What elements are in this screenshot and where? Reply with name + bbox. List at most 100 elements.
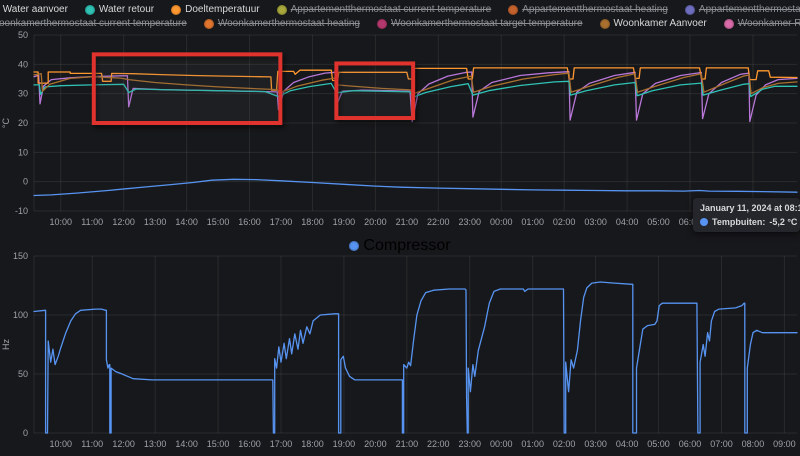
svg-text:18:00: 18:00 [301,439,324,449]
svg-text:23:00: 23:00 [459,439,482,449]
compressor-chart[interactable]: 05010015010:00 11:00 12:00 13:00 14:00 15:00 1… [0,248,800,456]
series-line-compressor [33,281,798,434]
svg-text:13:00: 13:00 [144,439,167,449]
svg-text:15:00: 15:00 [207,439,230,449]
svg-text:16:00: 16:00 [238,217,261,227]
svg-text:00:00: 00:00 [490,217,513,227]
compressor-legend-label: Compressor [363,237,451,254]
svg-text:04:00: 04:00 [616,439,639,449]
legend-item-appartementthermostaat-current-temperature[interactable]: Appartementthermostaat current temperatu… [276,3,492,16]
legend-item-label: Woonkamerthermostaat target temperature [390,18,583,29]
svg-text:30: 30 [18,89,28,99]
svg-text:°C: °C [1,117,11,128]
svg-text:14:00: 14:00 [175,217,198,227]
svg-text:12:00: 12:00 [112,439,135,449]
tooltip-series-label: Tempbuiten: [712,217,766,227]
grafana-dashboard: { "legend": { "rows": [ [ {"label":"Temp… [0,0,800,456]
legend-color-dot [723,18,734,29]
svg-text:22:00: 22:00 [427,439,450,449]
tooltip-timestamp: January 11, 2024 at 08:12:33 [700,203,800,213]
svg-text:17:00: 17:00 [270,217,293,227]
legend-item-woonkamerthermostaat-target-temperature[interactable]: Woonkamerthermostaat target temperature [376,17,583,30]
tooltip: January 11, 2024 at 08:12:33 Tempbuiten:… [693,198,800,232]
svg-text:14:00: 14:00 [175,439,198,449]
svg-text:02:00: 02:00 [553,439,576,449]
legend-color-dot [203,18,214,29]
legend-item-label: Water retour [98,4,155,15]
svg-text:15:00: 15:00 [207,217,230,227]
legend-item-water-retour[interactable]: Water retour [84,3,155,16]
svg-text:05:00: 05:00 [647,439,670,449]
legend-item-label: Woonkamer Retour [737,18,800,29]
svg-text:10:00: 10:00 [49,439,72,449]
svg-text:17:00: 17:00 [270,439,293,449]
legend-item-doeltemperatuur[interactable]: Doeltemperatuur [171,3,260,16]
legend-item-appartementthermostaat-heating[interactable]: Appartementthermostaat heating [508,3,668,16]
svg-text:-10: -10 [15,206,28,216]
legend-item-label: Woonkamer Aanvoer [613,18,707,29]
svg-text:20: 20 [18,118,28,128]
legend-item-label: Appartementthermostaat heating [522,4,668,15]
svg-text:19:00: 19:00 [333,439,356,449]
legend-color-dot [599,18,610,29]
legend-color-dot [171,4,182,15]
svg-text:07:00: 07:00 [710,439,733,449]
svg-text:21:00: 21:00 [396,439,419,449]
svg-text:06:00: 06:00 [679,439,702,449]
temperature-chart[interactable]: -10 0 10 20 30 40 50 10:00 11:00 12:00 13:00 14:00 1… [0,28,800,232]
legend-item-label: Appartementthermostaat target temperatur… [698,4,800,15]
legend-item-label: Doeltemperatuur [185,4,260,15]
svg-text:05:00: 05:00 [647,217,670,227]
legend-item-woonkamerthermostaat-heating[interactable]: Woonkamerthermostaat heating [203,17,360,30]
tooltip-series-dot [700,218,708,226]
svg-text:10: 10 [18,147,28,157]
annotation-box-2 [334,61,416,121]
svg-text:00:00: 00:00 [490,439,513,449]
svg-text:08:00: 08:00 [742,439,765,449]
svg-text:11:00: 11:00 [81,217,103,227]
annotation-box-1 [91,52,283,125]
legend-item-woonkamerthermostaat-current-temperature[interactable]: Woonkamerthermostaat current temperature [0,17,187,30]
legend-item-woonkamer-retour[interactable]: Woonkamer Retour [723,17,800,30]
svg-text:50: 50 [18,30,28,40]
compressor-legend-dot [349,241,360,251]
legend-color-dot [276,4,287,15]
svg-text:0: 0 [23,177,28,187]
legend-item-compressor[interactable]: Compressor [349,237,451,255]
svg-text:22:00: 22:00 [427,217,450,227]
svg-text:100: 100 [13,310,28,320]
svg-text:03:00: 03:00 [584,439,607,449]
svg-text:20:00: 20:00 [364,439,387,449]
svg-text:50: 50 [18,369,28,379]
svg-text:11:00: 11:00 [81,439,103,449]
legend-item-woonkamer-aanvoer[interactable]: Woonkamer Aanvoer [599,17,707,30]
svg-text:40: 40 [18,59,28,69]
svg-text:13:00: 13:00 [144,217,167,227]
svg-text:0: 0 [23,428,28,438]
legend-item-appartementthermostaat-target-temperature[interactable]: Appartementthermostaat target temperatur… [684,3,800,16]
legend-color-dot [508,4,519,15]
legend-item-water-aanvoer[interactable]: Water aanvoer [0,3,68,16]
legend-item-label: Woonkamerthermostaat heating [217,18,360,29]
svg-text:Hz: Hz [1,339,11,350]
legend-color-dot [684,4,695,15]
legend-color-dot [376,18,387,29]
legend-item-label: Woonkamerthermostaat current temperature [0,18,187,29]
svg-text:10:00: 10:00 [49,217,72,227]
svg-text:19:00: 19:00 [333,217,356,227]
svg-text:20:00: 20:00 [364,217,387,227]
compressor-chart-legend: Compressor [0,237,800,255]
svg-text:18:00: 18:00 [301,217,324,227]
svg-text:23:00: 23:00 [459,217,482,227]
svg-text:04:00: 04:00 [616,217,639,227]
svg-text:16:00: 16:00 [238,439,261,449]
svg-text:09:00: 09:00 [773,439,796,449]
legend-item-label: Water aanvoer [2,4,68,15]
legend-item-label: Appartementthermostaat current temperatu… [290,4,492,15]
svg-text:02:00: 02:00 [553,217,576,227]
svg-text:03:00: 03:00 [584,217,607,227]
legend-color-dot [84,4,95,15]
svg-text:21:00: 21:00 [396,217,419,227]
svg-text:01:00: 01:00 [521,217,544,227]
temperature-chart-legend: TempbuitenWater aanvoerWater retourDoelt… [0,3,800,31]
